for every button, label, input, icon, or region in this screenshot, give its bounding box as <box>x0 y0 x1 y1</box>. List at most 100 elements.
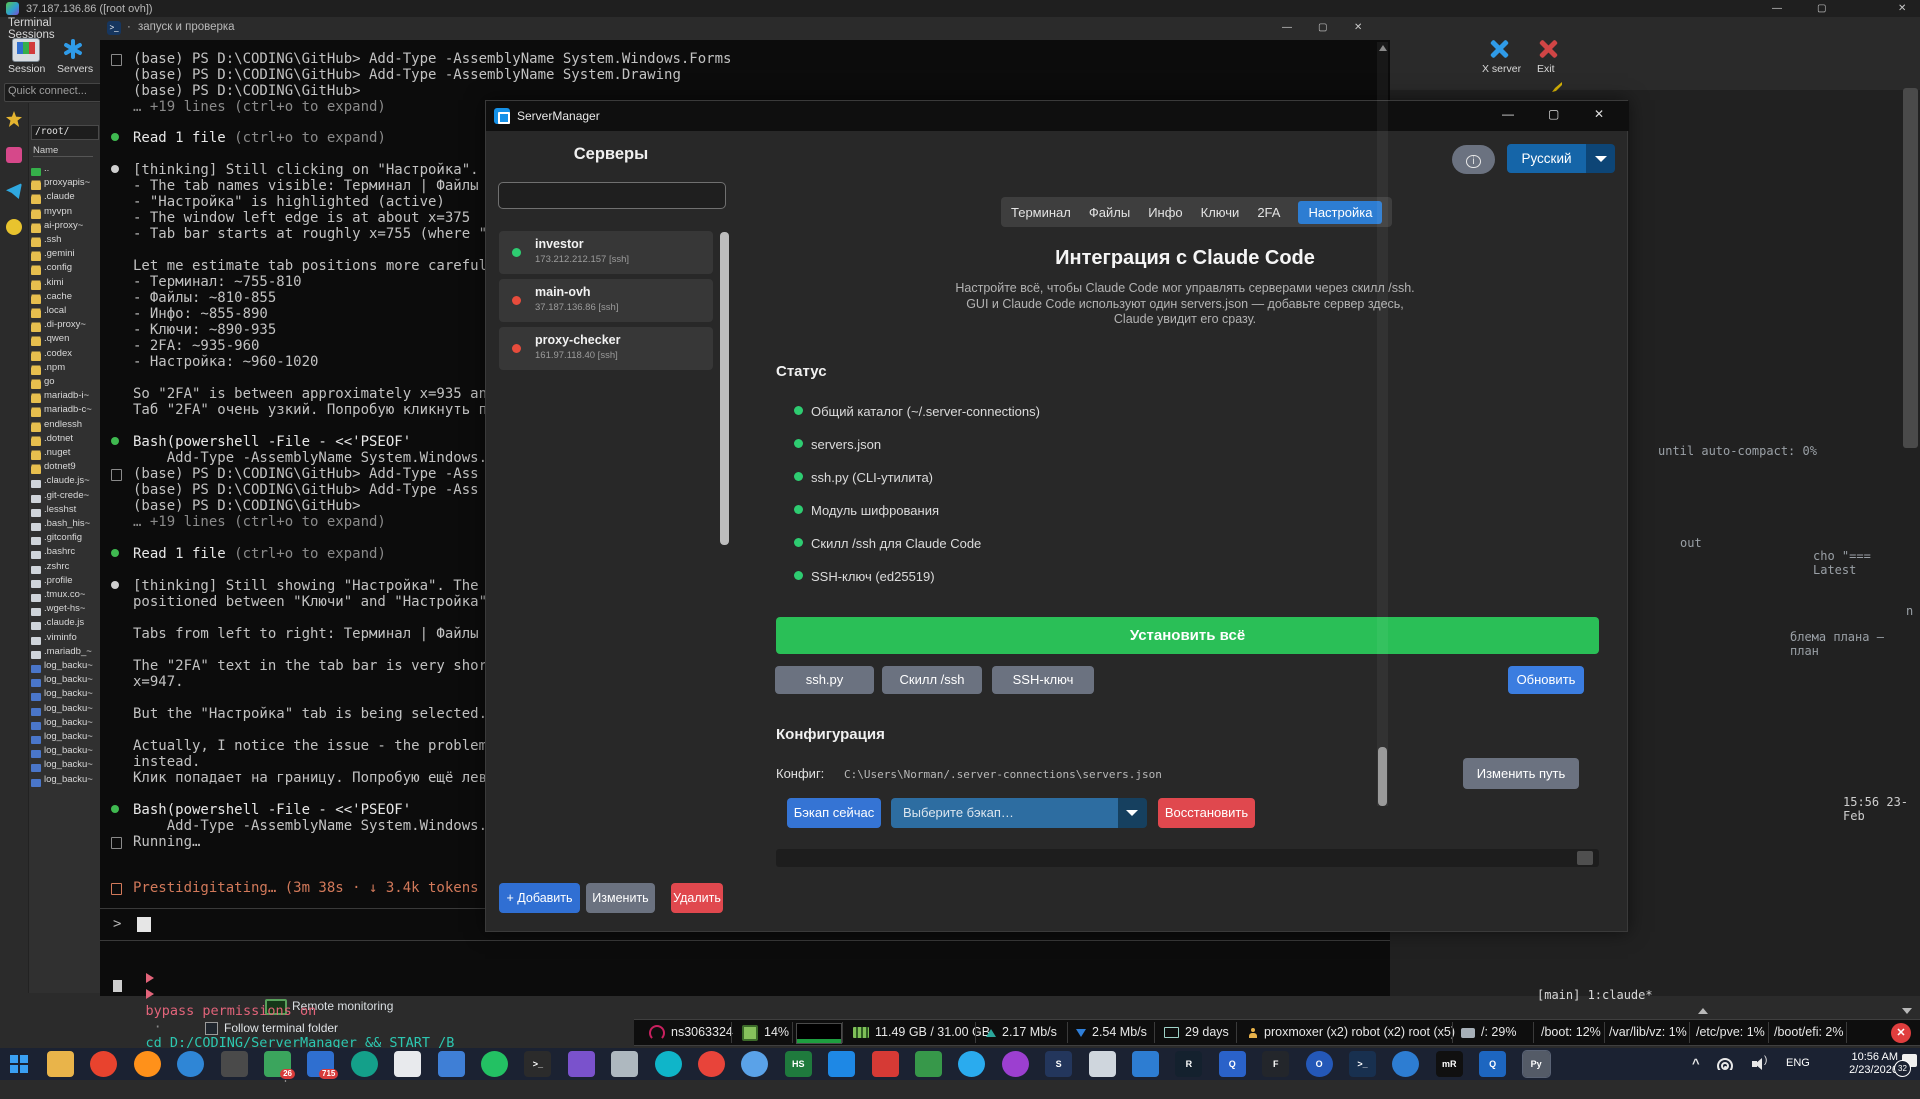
expand-up-icon[interactable] <box>1698 1008 1708 1014</box>
language-select-chevron[interactable] <box>1586 144 1615 173</box>
tab-настройка[interactable]: Настройка <box>1298 201 1382 224</box>
restore-button[interactable]: Восстановить <box>1158 798 1255 828</box>
terminal-scrollbar-thumb[interactable] <box>1378 747 1387 806</box>
server-card[interactable]: main-ovh37.187.136.86 [ssh] <box>499 279 713 322</box>
tree-item[interactable]: log_backu~ <box>31 674 101 688</box>
moba-minimize-button[interactable]: — <box>1772 3 1782 14</box>
tab-инфо[interactable]: Инфо <box>1148 205 1182 220</box>
tree-item[interactable]: proxyapis~ <box>31 177 101 191</box>
taskbar-app-icon[interactable] <box>655 1051 682 1077</box>
tray-expand-icon[interactable]: ^ <box>1692 1056 1700 1071</box>
tree-item[interactable]: .gitconfig <box>31 532 101 546</box>
edit-server-button[interactable]: Изменить <box>586 883 655 913</box>
taskbar-app-icon[interactable] <box>394 1051 421 1077</box>
taskbar-app-icon[interactable]: S <box>1045 1051 1072 1077</box>
taskbar-app-icon[interactable]: >_ <box>524 1051 551 1077</box>
star-icon[interactable] <box>6 111 22 127</box>
tree-item[interactable]: .. <box>31 163 101 177</box>
install-all-button[interactable]: Установить всё <box>776 617 1599 654</box>
moba-close-button[interactable]: ✕ <box>1898 3 1906 14</box>
toolbar-session-label[interactable]: Session <box>8 63 45 75</box>
tree-item[interactable]: log_backu~ <box>31 759 101 773</box>
tree-item[interactable]: .npm <box>31 362 101 376</box>
language-select[interactable]: Русский <box>1507 144 1586 173</box>
taskbar-app-icon[interactable] <box>741 1051 768 1077</box>
server-card[interactable]: investor173.212.212.157 [ssh] <box>499 231 713 274</box>
taskbar-app-icon[interactable] <box>872 1051 899 1077</box>
taskbar-app-icon[interactable] <box>568 1051 595 1077</box>
taskbar-app-icon[interactable]: Py <box>1523 1051 1550 1077</box>
taskbar-app-icon[interactable]: >_ <box>1349 1051 1376 1077</box>
toolbar-servers-label[interactable]: Servers <box>57 63 93 75</box>
info-button[interactable]: i <box>1452 145 1495 174</box>
terminal-scrollbar[interactable] <box>1377 42 1388 806</box>
tree-item[interactable]: .mariadb_~ <box>31 646 101 660</box>
quick-connect-input[interactable]: Quick connect... <box>4 83 104 102</box>
bookmark-icon[interactable] <box>6 147 22 163</box>
tree-item[interactable]: .viminfo <box>31 632 101 646</box>
tool-button-1[interactable]: ssh.py <box>775 666 874 694</box>
tree-item[interactable]: .lesshst <box>31 504 101 518</box>
moba-maximize-button[interactable]: ▢ <box>1817 3 1826 14</box>
taskbar-app-icon[interactable] <box>134 1051 161 1077</box>
horizontal-scrollbar-thumb[interactable] <box>1577 851 1593 865</box>
tree-item[interactable]: .tmux.co~ <box>31 589 101 603</box>
taskbar-app-icon[interactable]: 715 <box>307 1051 334 1077</box>
taskbar-app-icon[interactable] <box>915 1051 942 1077</box>
tree-item[interactable]: .claude.js~ <box>31 475 101 489</box>
taskbar-app-icon[interactable] <box>958 1051 985 1077</box>
taskbar-app-icon[interactable] <box>1392 1051 1419 1077</box>
backup-now-button[interactable]: Бэкап сейчас <box>787 798 881 828</box>
tree-item[interactable]: .dotnet <box>31 433 101 447</box>
add-server-button[interactable]: + Добавить <box>499 883 580 913</box>
tray-language[interactable]: ENG <box>1786 1057 1810 1069</box>
tool-button-3[interactable]: SSH-ключ <box>992 666 1094 694</box>
tree-item[interactable]: .kimi <box>31 277 101 291</box>
horizontal-scrollbar[interactable] <box>776 849 1599 867</box>
tree-item[interactable]: .di-proxy~ <box>31 319 101 333</box>
tree-item[interactable]: mariadb-c~ <box>31 404 101 418</box>
tree-item[interactable]: log_backu~ <box>31 774 101 788</box>
server-card[interactable]: proxy-checker161.97.118.40 [ssh] <box>499 327 713 370</box>
yellow-ball-icon[interactable] <box>6 219 22 235</box>
exit-icon[interactable] <box>1536 38 1560 60</box>
taskbar-app-icon[interactable]: O <box>1306 1051 1333 1077</box>
taskbar-app-icon[interactable]: HS <box>785 1051 812 1077</box>
close-monitor-icon[interactable]: ✕ <box>1891 1023 1911 1043</box>
sm-maximize-button[interactable]: ▢ <box>1548 107 1559 121</box>
terminal-minimize-button[interactable]: — <box>1282 22 1292 33</box>
tree-item[interactable]: .claude.js <box>31 617 101 631</box>
tree-item[interactable]: ai-proxy~ <box>31 220 101 234</box>
tree-item[interactable]: log_backu~ <box>31 688 101 702</box>
tree-item[interactable]: .bash_his~ <box>31 518 101 532</box>
taskbar-app-icon[interactable] <box>1132 1051 1159 1077</box>
tree-item[interactable]: myvpn <box>31 206 101 220</box>
taskbar-app-icon[interactable] <box>611 1051 638 1077</box>
tree-item[interactable]: .cache <box>31 291 101 305</box>
taskbar-app-icon[interactable] <box>438 1051 465 1077</box>
taskbar-app-icon[interactable]: Q <box>1219 1051 1246 1077</box>
scroll-up-icon[interactable] <box>1379 45 1387 51</box>
tree-item[interactable]: .wget-hs~ <box>31 603 101 617</box>
start-button[interactable] <box>10 1055 28 1073</box>
tree-item[interactable]: .zshrc <box>31 561 101 575</box>
tree-item[interactable]: go <box>31 376 101 390</box>
tab-файлы[interactable]: Файлы <box>1089 205 1130 220</box>
taskbar-app-icon[interactable] <box>828 1051 855 1077</box>
taskbar-app-icon[interactable] <box>698 1051 725 1077</box>
wifi-icon[interactable] <box>1717 1058 1733 1070</box>
tool-button-2[interactable]: Скилл /ssh <box>882 666 982 694</box>
tree-item[interactable]: .bashrc <box>31 546 101 560</box>
tree-item[interactable]: dotnet9 <box>31 461 101 475</box>
tree-item[interactable]: .config <box>31 262 101 276</box>
tab-2fa[interactable]: 2FA <box>1257 205 1280 220</box>
sm-minimize-button[interactable]: — <box>1502 107 1514 121</box>
taskbar-app-icon[interactable]: Q <box>1479 1051 1506 1077</box>
taskbar-app-icon[interactable]: mR <box>1436 1051 1463 1077</box>
session-monitor-icon[interactable] <box>12 38 40 62</box>
tab-ключи[interactable]: Ключи <box>1201 205 1240 220</box>
tree-item[interactable]: log_backu~ <box>31 717 101 731</box>
taskbar-app-icon[interactable] <box>47 1051 74 1077</box>
refresh-button[interactable]: Обновить <box>1508 666 1584 694</box>
terminal-close-button[interactable]: ✕ <box>1354 22 1362 33</box>
